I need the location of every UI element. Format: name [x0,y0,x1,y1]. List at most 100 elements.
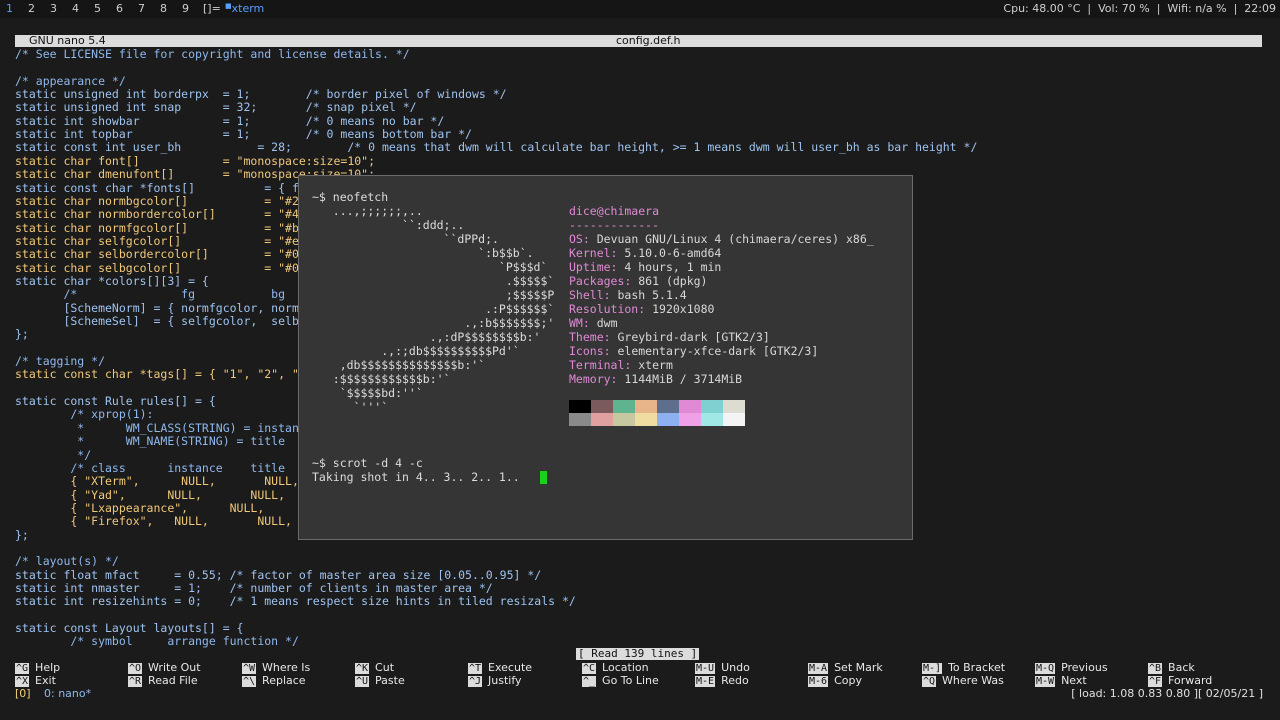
code-line: { "Lxappearance", NULL, [15,500,313,515]
logo-line: `P$$$d` [312,260,548,274]
shortcut-label: Back [1168,661,1195,674]
info-colon: : [603,330,618,344]
info-row: Terminal: xterm [569,358,673,372]
code-line: * WM_NAME(STRING) = title [15,434,286,449]
info-value: 4 hours, 1 min [624,260,722,274]
shortcut-previous[interactable]: M-Q Previous [1035,661,1108,674]
code-line: }; [15,327,29,342]
shortcut-label: Read File [148,674,198,687]
shortcut-key: ^T [468,663,483,674]
color-swatch [701,413,723,426]
shortcut-replace[interactable]: ^\ Replace [242,674,306,687]
logo-line: :$$$$$$$$$$$$b:'` [312,372,451,386]
xterm-window[interactable]: ~$ neofetch ...,;;;;;;,.. ``:ddd;.. ``dP… [298,175,913,540]
shortcut-exit[interactable]: ^X Exit [15,674,56,687]
shortcut-label: Paste [375,674,405,687]
tag-2[interactable]: 2 [28,2,35,15]
tag-8[interactable]: 8 [160,2,167,15]
shortcut-forward[interactable]: ^F Forward [1148,674,1212,687]
shortcut-redo[interactable]: M-E Redo [695,674,749,687]
tag-6[interactable]: 6 [116,2,123,15]
info-colon: : [610,246,625,260]
color-swatch [591,400,613,413]
command-output: Taking shot in 4.. 3.. 2.. 1.. [312,470,527,484]
shortcut-label: Cut [375,661,395,674]
tag-5[interactable]: 5 [94,2,101,15]
shortcut-cut[interactable]: ^K Cut [355,661,394,674]
color-swatch [591,413,613,426]
code-line: /* class instance title [15,460,286,475]
code-line: /* fg bg [15,287,286,302]
shortcut-location[interactable]: ^C Location [582,661,649,674]
focus-dot-icon: ■ [225,2,232,10]
shortcut-help[interactable]: ^G Help [15,661,60,674]
shortcut-label: Replace [262,674,306,687]
code-line: static int topbar = 1; /* 0 means bottom… [15,127,472,142]
code-line: /* See LICENSE file for copyright and li… [15,47,410,61]
info-label: Packages [569,274,625,288]
info-row: Kernel: 5.10.0-6-amd64 [569,246,721,260]
shortcut-key: ^O [128,663,143,674]
code-line: static const int user_bh = 28; /* 0 mean… [15,140,978,155]
tmux-window[interactable]: 0: nano* [44,688,91,700]
status-message: [ Read 139 lines ] [576,647,700,660]
shortcut-key: M-E [695,676,716,687]
logo-line: .:P$$$$$$` [312,302,555,316]
code-line: static const char *fonts[] = { fo [15,180,306,195]
shortcut-copy[interactable]: M-6 Copy [808,674,862,687]
shortcut-key: ^W [242,663,257,674]
prompt-line: ~$ neofetch [312,190,389,204]
shortcut-go-to-line[interactable]: ^_ Go To Line [582,674,659,687]
code-line: }; [15,527,29,542]
code-line: [SchemeSel] = { selfgcolor, selbg [15,314,306,328]
logo-line: `'''` [312,400,389,414]
code-line: static char selbgcolor[] = "#00 [15,260,306,275]
shortcut-justify[interactable]: ^J Justify [468,674,522,687]
tag-3[interactable]: 3 [50,2,57,15]
tag-7[interactable]: 7 [138,2,145,15]
code-line: static char font[] = "monospace:size=10"… [15,153,376,168]
layout-indicator[interactable]: []= [203,2,221,15]
color-swatch [657,400,679,413]
color-swatch [679,413,701,426]
info-label: Theme [569,330,604,344]
tmux-status-bar: [0] 0: nano* [ load: 1.08 0.83 0.80 ][ 0… [0,688,1280,700]
nano-version: GNU nano 5.4 [29,34,106,47]
info-value: Devuan GNU/Linux 4 (chimaera/ceres) x86_ [596,232,874,246]
info-colon: : [638,302,653,316]
code-line: static unsigned int borderpx = 1; /* bor… [15,87,507,102]
tag-4[interactable]: 4 [72,2,79,15]
code-line: /* tagging */ [15,354,106,369]
shortcut-key: M-6 [808,676,829,687]
shortcut-to-bracket[interactable]: M-] To Bracket [922,661,1005,674]
shortcut-where-is[interactable]: ^W Where Is [242,661,310,674]
dwm-status-bar: 1 2 3 4 5 6 7 8 9 []= ■xterm Cpu: 48.00 °C | Vol… [0,0,1280,18]
shortcut-where-was[interactable]: ^Q Where Was [922,674,1004,687]
shortcut-undo[interactable]: M-U Undo [695,661,750,674]
shortcut-paste[interactable]: ^U Paste [355,674,405,687]
shortcut-label: Forward [1168,674,1213,687]
prompt-line: ~$ scrot -d 4 -c [312,456,423,470]
info-label: Shell [569,288,604,302]
info-label: Uptime [569,260,611,274]
info-value: 5.10.0-6-amd64 [624,246,722,260]
code-line: static unsigned int snap = 32; /* snap p… [15,100,417,115]
info-row: Shell: bash 5.1.4 [569,288,687,302]
shortcut-execute[interactable]: ^T Execute [468,661,532,674]
shortcut-back[interactable]: ^B Back [1148,661,1195,674]
shortcut-label: Justify [488,674,522,687]
shortcut-write-out[interactable]: ^O Write Out [128,661,201,674]
file-name: config.def.h [616,34,681,47]
tag-1[interactable]: 1 [6,2,13,15]
info-label: Icons [569,344,604,358]
shortcut-next[interactable]: M-W Next [1035,674,1087,687]
shortcut-read-file[interactable]: ^R Read File [128,674,198,687]
info-row: Resolution: 1920x1080 [569,302,714,316]
logo-line: ;$$$$$P [312,288,555,302]
shortcut-key: ^K [355,663,370,674]
tag-9[interactable]: 9 [182,2,189,15]
shortcut-key: ^G [15,663,30,674]
color-swatch [701,400,723,413]
shortcut-set-mark[interactable]: M-A Set Mark [808,661,883,674]
code-line: { "Yad", NULL, NULL, [15,487,286,502]
